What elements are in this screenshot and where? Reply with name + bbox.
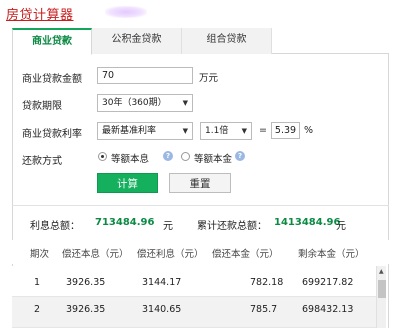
page-title: 房贷计算器 (6, 8, 74, 23)
cell-interest: 3144.17 (142, 277, 182, 288)
amount-input[interactable]: 70 (97, 67, 193, 84)
redacted-blur (105, 6, 147, 18)
col-header-principal: 偿还本金（元） (212, 249, 279, 260)
chevron-down-icon: ▼ (182, 99, 188, 107)
rate-unit: % (304, 125, 314, 136)
cell-principal: 782.18 (250, 277, 284, 288)
cell-principal: 785.7 (250, 304, 278, 315)
chevron-down-icon: ▼ (241, 127, 247, 135)
amount-unit: 万元 (199, 73, 219, 84)
col-header-payment: 偿还本息（元） (62, 249, 129, 260)
interest-total-value: 713484.96 (95, 217, 155, 228)
reset-button[interactable]: 重置 (169, 173, 231, 193)
cell-payment: 3926.35 (66, 304, 106, 315)
repay-equal-installment-radio[interactable] (98, 152, 107, 161)
cell-period: 1 (34, 277, 41, 288)
term-select-value: 30年（360期） (102, 98, 167, 108)
repayment-total-unit: 元 (336, 221, 346, 232)
scrollbar-thumb[interactable] (378, 280, 386, 298)
tab-bar: 商业贷款 公积金贷款 组合贷款 (12, 28, 389, 55)
repayment-total-label: 累计还款总额： (197, 221, 267, 232)
rate-type-value: 最新基准利率 (102, 126, 157, 136)
repay-equal-principal-label: 等额本金 (194, 154, 233, 165)
term-select[interactable]: 30年（360期） ▼ (97, 94, 193, 112)
table-scrollbar[interactable]: ▲ (376, 266, 386, 328)
repayment-total-value: 1413484.96 (274, 217, 341, 228)
col-header-interest: 偿还利息（元） (137, 249, 204, 260)
table-row: 1 3926.35 3144.17 782.18 699217.82 (12, 266, 376, 297)
tab-commercial-loan[interactable]: 商业贷款 (12, 28, 92, 55)
amount-label: 商业贷款金额 (22, 74, 82, 85)
interest-total-unit: 元 (163, 221, 173, 232)
col-header-period: 期次 (30, 249, 50, 260)
interest-total-label: 利息总额： (30, 221, 80, 232)
equals-sign: = (259, 125, 267, 136)
chevron-down-icon: ▼ (182, 127, 188, 135)
cell-remaining: 699217.82 (302, 277, 354, 288)
rate-multiplier-select[interactable]: 1.1倍 ▼ (200, 122, 252, 140)
cell-remaining: 698432.13 (302, 304, 354, 315)
divider (12, 205, 389, 206)
cell-period: 2 (34, 304, 41, 315)
scroll-up-arrow-icon[interactable]: ▲ (379, 268, 384, 275)
repay-label: 还款方式 (22, 156, 62, 167)
rate-multiplier-value: 1.1倍 (205, 126, 229, 136)
col-header-remaining: 剩余本金（元） (298, 249, 365, 260)
question-circle-icon[interactable]: ? (235, 151, 245, 161)
rate-type-select[interactable]: 最新基准利率 ▼ (97, 122, 193, 140)
question-circle-icon[interactable]: ? (163, 151, 173, 161)
table-row: 2 3926.35 3140.65 785.7 698432.13 (12, 297, 376, 328)
repay-equal-installment-label: 等额本息 (111, 154, 150, 165)
tab-combined-loan[interactable]: 组合贷款 (182, 28, 272, 54)
repay-equal-principal-radio[interactable] (181, 152, 190, 161)
rate-input[interactable]: 5.39 (271, 122, 300, 139)
cell-payment: 3926.35 (66, 277, 106, 288)
tab-provident-fund-loan[interactable]: 公积金贷款 (92, 28, 182, 54)
rate-label: 商业贷款利率 (22, 129, 82, 140)
term-label: 贷款期限 (22, 101, 62, 112)
calculate-button[interactable]: 计算 (97, 173, 158, 193)
cell-interest: 3140.65 (142, 304, 182, 315)
